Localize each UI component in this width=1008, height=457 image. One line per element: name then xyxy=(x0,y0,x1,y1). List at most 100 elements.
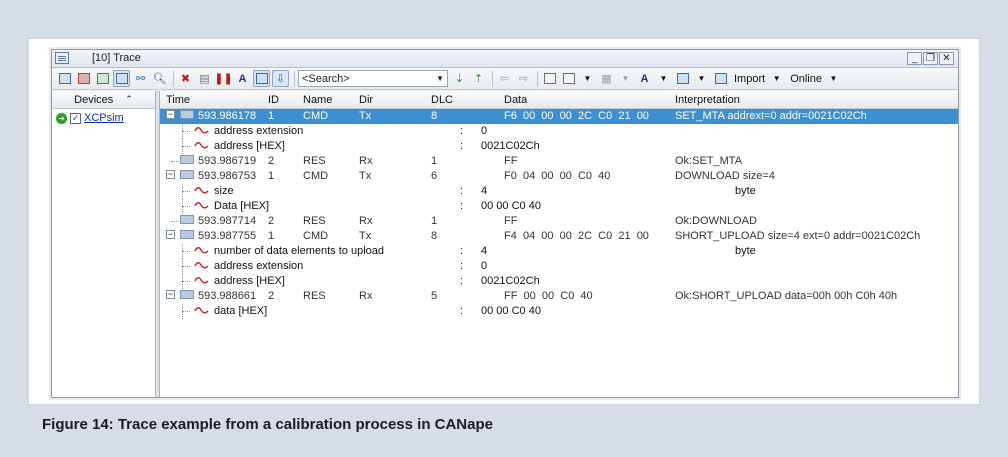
trace-message-row[interactable]: 593.986719 2 RES Rx 1 FF Ok:SET_MTA xyxy=(160,154,958,169)
layout-dropdown-icon[interactable]: ▼ xyxy=(693,70,710,87)
toolbar: ⚯ 🔍︎ ✖ ▤ ❚❚ A ⇩ <Search> ▼ ⇣ ⇡ ⇦ ⇨ ▼ ▦ ▼ xyxy=(52,68,958,90)
cell-data: FF xyxy=(504,155,518,167)
cell-dlc: 8 xyxy=(431,110,438,122)
grid-dropdown-icon[interactable]: ▼ xyxy=(617,70,634,87)
overwrite-mode-icon[interactable] xyxy=(253,70,270,87)
trace-message-row[interactable]: 593.987714 2 RES Rx 1 FF Ok:DOWNLOAD xyxy=(160,214,958,229)
trace-signal-row[interactable]: address extension: 0 xyxy=(160,124,958,139)
cell-id: 1 xyxy=(268,230,275,242)
symbolic-view-icon[interactable]: ⚯ xyxy=(132,70,149,87)
font-size-dropdown-icon[interactable]: ▼ xyxy=(655,70,672,87)
message-icon xyxy=(180,110,194,119)
toolbar-separator xyxy=(537,70,538,87)
collapse-icon[interactable]: ⌃ xyxy=(125,94,133,105)
cell-dir: Tx xyxy=(359,230,372,242)
devices-panel: Devices ⌃ ➜ ✓ XCPsim xyxy=(52,91,156,397)
copy-icon[interactable] xyxy=(541,70,558,87)
cell-colon: : xyxy=(460,275,464,287)
list-view-icon[interactable] xyxy=(75,70,92,87)
column-header-name[interactable]: Name xyxy=(303,94,332,106)
tree-connector xyxy=(182,146,190,147)
cell-time: 593.987755 xyxy=(198,230,257,242)
message-icon xyxy=(180,230,194,239)
tree-view-icon[interactable] xyxy=(113,70,130,87)
import-dropdown-icon[interactable]: ▼ xyxy=(768,70,785,87)
cell-signal-value: 00 00 C0 40 xyxy=(481,200,541,212)
tree-connector xyxy=(182,191,190,192)
cell-name: CMD xyxy=(303,110,329,122)
clear-icon[interactable]: ✖ xyxy=(177,70,194,87)
device-checkbox[interactable]: ✓ xyxy=(70,112,81,124)
search-dropdown-icon[interactable]: ▼ xyxy=(436,74,444,83)
window-layout-icon[interactable] xyxy=(674,70,691,87)
filter-icon[interactable] xyxy=(56,70,73,87)
cell-signal-name: number of data elements to upload xyxy=(214,245,385,257)
grid-icon[interactable]: ▦ xyxy=(598,70,615,87)
cell-name: RES xyxy=(303,155,326,167)
forward-arrow-icon[interactable]: ⇨ xyxy=(515,70,532,87)
minimize-button[interactable]: _ xyxy=(907,52,922,65)
restore-button[interactable]: ❐ xyxy=(923,52,938,65)
trace-signal-row[interactable]: address [HEX]: 0021C02Ch xyxy=(160,274,958,289)
online-menu[interactable]: Online xyxy=(790,73,822,85)
collapse-toggle-icon[interactable]: − xyxy=(166,110,175,119)
trace-rows: − 593.986178 1 CMD Tx 8 F6 00 00 00 2C C0 21 0… xyxy=(160,109,958,319)
column-header-id[interactable]: ID xyxy=(268,94,279,106)
cell-id: 1 xyxy=(268,170,275,182)
signal-wave-icon xyxy=(194,260,209,271)
search-input[interactable]: <Search> xyxy=(302,73,350,85)
cell-interpretation: SHORT_UPLOAD size=4 ext=0 addr=0021C02Ch xyxy=(675,230,921,242)
trace-message-row[interactable]: − 593.987755 1 CMD Tx 8 F4 04 00 00 2C C0 21 0… xyxy=(160,229,958,244)
trace-signal-row[interactable]: size: 4 byte xyxy=(160,184,958,199)
title-bar[interactable]: [10] Trace _ ❐ ✕ xyxy=(52,50,958,68)
cell-data: FF 00 00 C0 40 xyxy=(504,290,593,302)
find-previous-icon[interactable]: ⇡ xyxy=(470,70,487,87)
online-dropdown-icon[interactable]: ▼ xyxy=(825,70,842,87)
trace-signal-row[interactable]: data [HEX]: 00 00 C0 40 xyxy=(160,304,958,319)
device-link[interactable]: XCPsim xyxy=(84,112,124,124)
statistics-icon[interactable]: ▤ xyxy=(196,70,213,87)
close-button[interactable]: ✕ xyxy=(939,52,954,65)
device-item-xcpsim[interactable]: ➜ ✓ XCPsim xyxy=(52,109,155,127)
collapse-toggle-icon[interactable]: − xyxy=(166,290,175,299)
pause-icon[interactable]: ❚❚ xyxy=(214,70,232,87)
paste-icon[interactable] xyxy=(560,70,577,87)
trace-signal-row[interactable]: address extension: 0 xyxy=(160,259,958,274)
autoscroll-icon[interactable]: ⇩ xyxy=(272,70,289,87)
column-header-dlc[interactable]: DLC xyxy=(431,94,453,106)
column-header-interpretation[interactable]: Interpretation xyxy=(675,94,740,106)
cell-signal-value: 0021C02Ch xyxy=(481,275,540,287)
figure-caption: Figure 14: Trace example from a calibrat… xyxy=(42,416,493,433)
font-icon[interactable]: A xyxy=(234,70,251,87)
cell-signal-name: address [HEX] xyxy=(214,275,285,287)
trace-signal-row[interactable]: Data [HEX]: 00 00 C0 40 xyxy=(160,199,958,214)
devices-header[interactable]: Devices ⌃ xyxy=(52,91,155,109)
trace-signal-row[interactable]: address [HEX]: 0021C02Ch xyxy=(160,139,958,154)
import-icon[interactable] xyxy=(712,70,729,87)
find-next-icon[interactable]: ⇣ xyxy=(451,70,468,87)
cell-signal-value: 00 00 C0 40 xyxy=(481,305,541,317)
column-header-data[interactable]: Data xyxy=(504,94,527,106)
import-menu[interactable]: Import xyxy=(734,73,765,85)
trace-message-row[interactable]: − 593.986753 1 CMD Tx 6 F0 04 00 00 C0 40 DOWNL… xyxy=(160,169,958,184)
column-settings-icon[interactable] xyxy=(94,70,111,87)
font-size-icon[interactable]: A xyxy=(636,70,653,87)
collapse-toggle-icon[interactable]: − xyxy=(166,170,175,179)
trace-message-row[interactable]: − 593.988661 2 RES Rx 5 FF 00 00 C0 40 Ok:SHORT… xyxy=(160,289,958,304)
trace-message-row[interactable]: − 593.986178 1 CMD Tx 8 F6 00 00 00 2C C0 21 0… xyxy=(160,109,958,124)
trace-signal-row[interactable]: number of data elements to upload: 4 byte xyxy=(160,244,958,259)
cell-colon: : xyxy=(460,200,464,212)
find-icon[interactable]: 🔍︎ xyxy=(151,70,168,87)
cell-colon: : xyxy=(460,305,464,317)
search-box[interactable]: <Search> ▼ xyxy=(298,70,448,87)
paste-dropdown-icon[interactable]: ▼ xyxy=(579,70,596,87)
cell-dlc: 1 xyxy=(431,155,438,167)
collapse-toggle-icon[interactable]: − xyxy=(166,230,175,239)
column-header-time[interactable]: Time xyxy=(166,94,190,106)
cell-signal-value: 4 xyxy=(481,245,488,257)
message-icon xyxy=(180,215,194,224)
back-arrow-icon[interactable]: ⇦ xyxy=(496,70,513,87)
column-header-dir[interactable]: Dir xyxy=(359,94,373,106)
cell-id: 2 xyxy=(268,155,275,167)
cell-time: 593.986719 xyxy=(198,155,257,167)
